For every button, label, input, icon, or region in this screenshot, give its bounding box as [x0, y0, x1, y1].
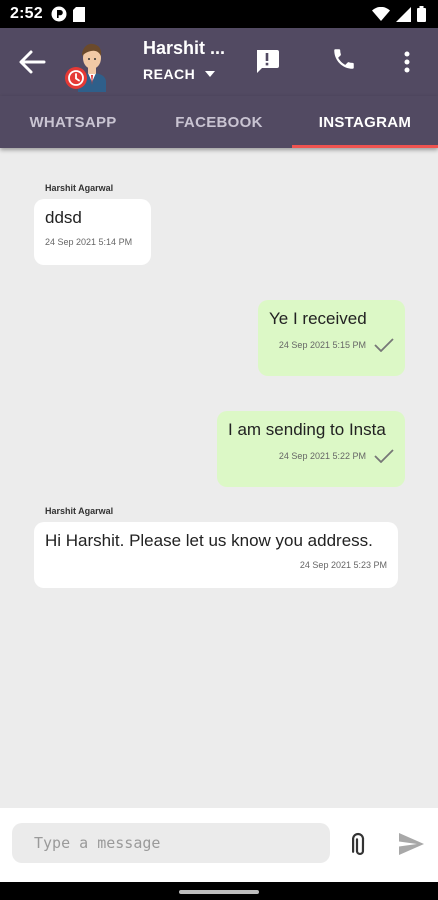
home-gesture-handle[interactable]	[179, 890, 259, 894]
tab-whatsapp[interactable]: WHATSAPP	[0, 96, 146, 148]
avatar[interactable]	[64, 40, 114, 92]
phone-icon[interactable]	[331, 46, 357, 72]
back-arrow-icon[interactable]	[18, 49, 46, 75]
battery-icon	[417, 6, 426, 22]
sender-name: Harshit Agarwal	[45, 183, 114, 193]
check-icon	[374, 338, 394, 352]
message-timestamp: 24 Sep 2021 5:15 PM	[278, 340, 366, 350]
message-text: ddsd	[45, 208, 82, 227]
channel-label: REACH	[143, 66, 196, 82]
message-timestamp: 24 Sep 2021 5:14 PM	[45, 237, 133, 247]
incoming-message[interactable]: Hi Harshit. Please let us know you addre…	[34, 522, 398, 588]
cellular-signal-icon	[396, 6, 411, 22]
tab-facebook[interactable]: FACEBOOK	[146, 96, 292, 148]
status-bar: 2:52	[0, 0, 438, 28]
message-composer	[0, 808, 438, 882]
message-text: I am sending to Insta	[228, 420, 386, 439]
channel-tabs: WHATSAPP FACEBOOK INSTAGRAM	[0, 96, 438, 148]
sd-card-icon	[72, 6, 85, 22]
outgoing-message[interactable]: Ye I received 24 Sep 2021 5:15 PM	[258, 300, 405, 376]
tab-instagram[interactable]: INSTAGRAM	[292, 96, 438, 148]
send-icon[interactable]	[397, 830, 425, 858]
wifi-icon	[372, 7, 390, 21]
contact-name[interactable]: Harshit ...	[143, 38, 225, 59]
more-vertical-icon[interactable]	[398, 48, 416, 76]
chat-messages[interactable]: Harshit Agarwal ddsd 24 Sep 2021 5:14 PM…	[0, 148, 438, 808]
app-bar: Harshit ... REACH	[0, 28, 438, 96]
message-text: Hi Harshit. Please let us know you addre…	[45, 531, 373, 550]
outgoing-message[interactable]: I am sending to Insta 24 Sep 2021 5:22 P…	[217, 411, 405, 487]
status-time: 2:52	[10, 5, 43, 22]
incoming-message[interactable]: ddsd 24 Sep 2021 5:14 PM	[34, 199, 151, 265]
system-nav-bar	[0, 882, 438, 900]
sender-name: Harshit Agarwal	[45, 506, 114, 516]
notification-app-icon	[51, 6, 67, 22]
paperclip-icon[interactable]	[344, 832, 370, 858]
channel-selector[interactable]: REACH	[143, 66, 216, 82]
caret-down-icon	[205, 71, 216, 77]
message-timestamp: 24 Sep 2021 5:23 PM	[299, 560, 387, 570]
message-alert-icon[interactable]	[254, 48, 280, 74]
message-timestamp: 24 Sep 2021 5:22 PM	[278, 451, 366, 461]
message-input[interactable]	[12, 823, 330, 863]
check-icon	[374, 449, 394, 463]
message-text: Ye I received	[269, 309, 367, 328]
